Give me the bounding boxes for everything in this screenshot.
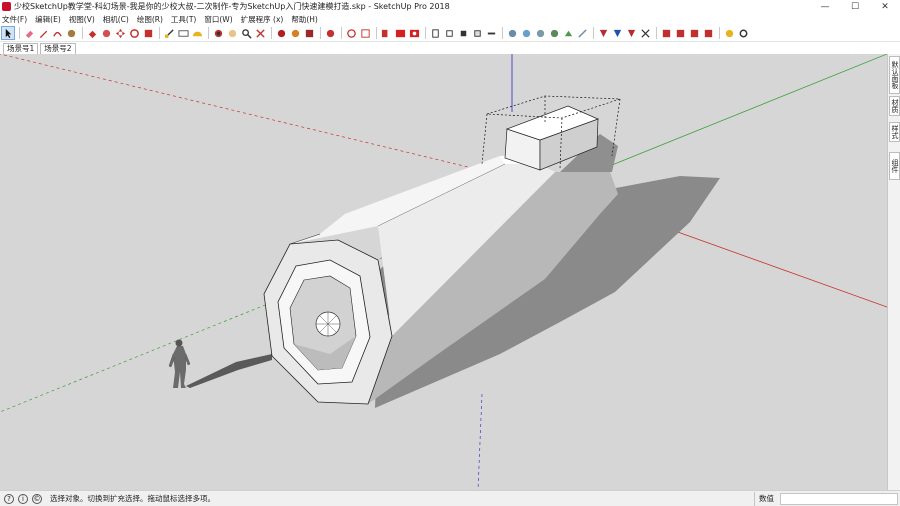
menu-tools[interactable]: 工具(T) <box>171 14 196 25</box>
orbit-icon[interactable] <box>212 27 224 39</box>
measurements-label: 数值 <box>754 491 780 506</box>
flip-edge-icon[interactable] <box>576 27 588 39</box>
scene-drawing <box>0 54 887 490</box>
extension-warehouse-icon[interactable] <box>289 27 301 39</box>
smoove-icon[interactable] <box>520 27 532 39</box>
status-hint: 选择对象。切换到扩充选择。拖动鼠标选择多项。 <box>50 494 215 503</box>
menu-edit[interactable]: 编辑(E) <box>35 14 61 25</box>
sketchup-logo-icon <box>2 2 11 11</box>
credits-status-icon[interactable]: i <box>18 493 28 504</box>
menu-view[interactable]: 视图(V) <box>69 14 95 25</box>
protractor-icon[interactable] <box>191 27 203 39</box>
solid-tools-icon[interactable] <box>345 27 357 39</box>
toolbar-separator <box>719 27 720 39</box>
blue-axis-negative <box>477 393 483 490</box>
tray-tab-styles[interactable]: 样式 <box>889 122 900 142</box>
pan-icon[interactable] <box>226 27 238 39</box>
figure-shadow <box>186 354 272 388</box>
back-view-icon[interactable] <box>485 27 497 39</box>
scene-tabs: 场景号1 场景号2 <box>0 42 900 54</box>
ruby-console-icon[interactable] <box>723 27 735 39</box>
close-button[interactable]: ✕ <box>870 0 900 13</box>
shadow-icon[interactable] <box>611 27 623 39</box>
toolbar-separator <box>208 27 209 39</box>
entity-info-icon[interactable] <box>702 27 714 39</box>
geo-location-icon[interactable] <box>597 27 609 39</box>
scale-icon[interactable] <box>142 27 154 39</box>
iso-view-icon[interactable] <box>429 27 441 39</box>
sandbox-icon[interactable] <box>506 27 518 39</box>
toolbar-separator <box>656 27 657 39</box>
title-bar: 少校SketchUp教学堂-科幻场景-我是你的少校大叔-二次制作-专为Sketc… <box>0 0 900 13</box>
menu-help[interactable]: 帮助(H) <box>291 14 318 25</box>
zoom-extents-icon[interactable] <box>254 27 266 39</box>
minimize-button[interactable]: — <box>810 0 840 13</box>
toolbar-separator <box>82 27 83 39</box>
add-detail-icon[interactable] <box>562 27 574 39</box>
wireframe-icon[interactable] <box>394 27 406 39</box>
maximize-button[interactable]: ☐ <box>840 0 870 13</box>
select-arrow-icon[interactable] <box>1 26 15 40</box>
front-view-icon[interactable] <box>457 27 469 39</box>
push-pull-icon[interactable] <box>86 27 98 39</box>
xray-icon[interactable] <box>380 27 392 39</box>
scene-tab-1[interactable]: 场景号1 <box>3 42 39 54</box>
stamp-icon[interactable] <box>534 27 546 39</box>
follow-me-icon[interactable] <box>100 27 112 39</box>
menu-file[interactable]: 文件(F) <box>2 14 27 25</box>
component-icon[interactable] <box>324 27 336 39</box>
move-icon[interactable] <box>114 27 126 39</box>
drape-icon[interactable] <box>548 27 560 39</box>
tray-tab-default[interactable]: 默认面板 <box>889 56 900 94</box>
user-status-icon[interactable]: © <box>32 493 42 504</box>
menu-bar: 文件(F) 编辑(E) 视图(V) 相机(C) 绘图(R) 工具(T) 窗口(W… <box>0 13 900 25</box>
toolbar-separator <box>159 27 160 39</box>
hidden-line-icon[interactable] <box>408 27 420 39</box>
zoom-icon[interactable] <box>240 27 252 39</box>
default-tray: 默认面板 材质 样式 组件 <box>887 54 900 490</box>
window-title: 少校SketchUp教学堂-科幻场景-我是你的少校大叔-二次制作-专为Sketc… <box>14 2 450 11</box>
arc-icon[interactable] <box>51 27 63 39</box>
toolbar-separator <box>593 27 594 39</box>
warehouse-icon[interactable] <box>275 27 287 39</box>
text-icon[interactable] <box>177 27 189 39</box>
match-photo-icon[interactable] <box>639 27 651 39</box>
toolbar-separator <box>341 27 342 39</box>
layout-icon[interactable] <box>303 27 315 39</box>
settings-gear-icon[interactable] <box>737 27 749 39</box>
menu-extensions[interactable]: 扩展程序 (x) <box>241 14 284 25</box>
scale-figure <box>168 339 191 388</box>
fog-icon[interactable] <box>625 27 637 39</box>
section-plane-icon[interactable] <box>359 27 371 39</box>
model-viewport[interactable] <box>0 54 887 490</box>
measurements-input[interactable] <box>780 492 898 505</box>
pencil-icon[interactable] <box>37 27 49 39</box>
toolbar-separator <box>271 27 272 39</box>
toolbar-separator <box>502 27 503 39</box>
tray-tab-materials[interactable]: 材质 <box>889 96 900 116</box>
status-bar: ? i © 选择对象。切换到扩充选择。拖动鼠标选择多项。 数值 <box>0 490 900 506</box>
top-view-icon[interactable] <box>443 27 455 39</box>
rotate-icon[interactable] <box>128 27 140 39</box>
menu-camera[interactable]: 相机(C) <box>103 14 129 25</box>
tape-measure-icon[interactable] <box>163 27 175 39</box>
geo-location-status-icon[interactable]: ? <box>4 493 14 504</box>
outliner-icon[interactable] <box>688 27 700 39</box>
toolbar-separator <box>376 27 377 39</box>
toolbar-separator <box>425 27 426 39</box>
tray-tab-components[interactable]: 组件 <box>889 152 900 180</box>
paint-bucket-icon[interactable] <box>65 27 77 39</box>
toolbar-separator <box>19 27 20 39</box>
layer-icon[interactable] <box>674 27 686 39</box>
right-view-icon[interactable] <box>471 27 483 39</box>
style-icon[interactable] <box>660 27 672 39</box>
toolbar-separator <box>320 27 321 39</box>
menu-draw[interactable]: 绘图(R) <box>137 14 163 25</box>
scene-tab-2[interactable]: 场景号2 <box>40 42 76 54</box>
menu-window[interactable]: 窗口(W) <box>204 14 232 25</box>
main-toolbar <box>0 25 900 42</box>
eraser-icon[interactable] <box>23 27 35 39</box>
